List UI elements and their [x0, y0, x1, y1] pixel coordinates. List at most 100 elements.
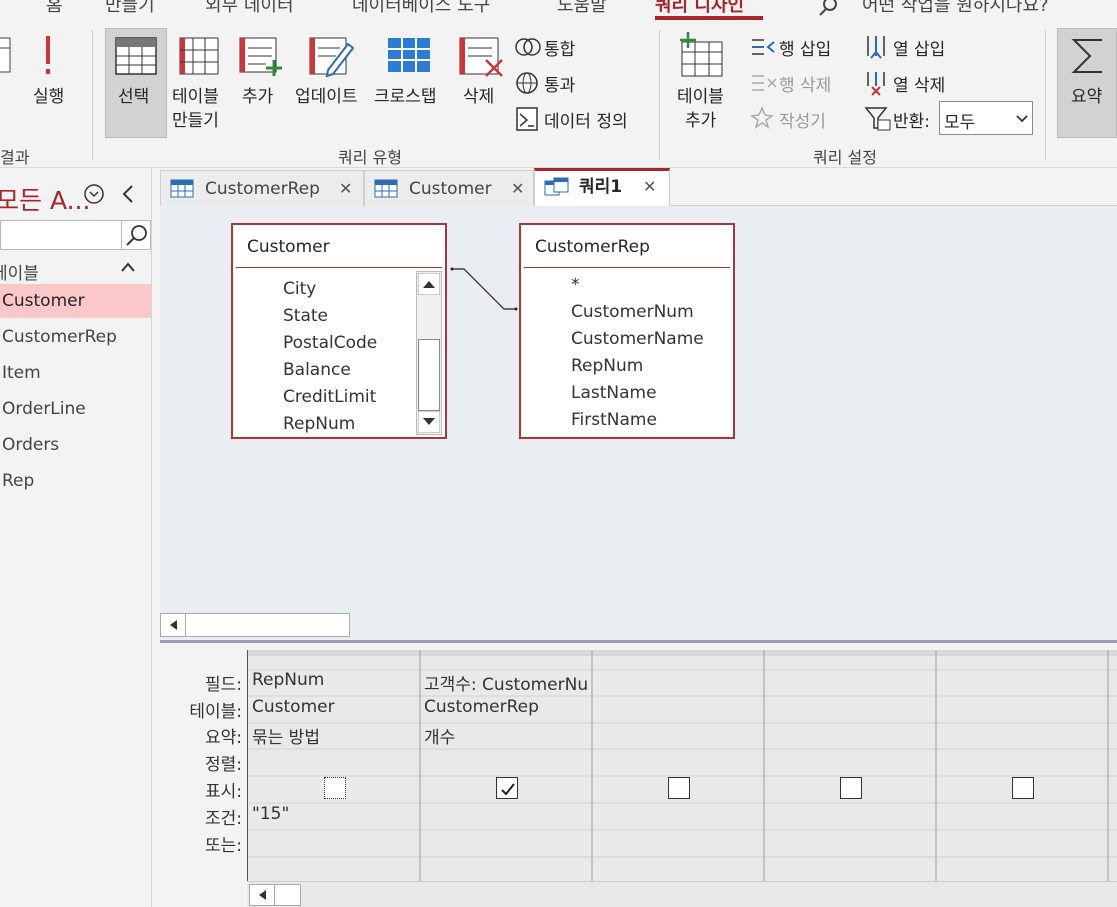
tell-me-search[interactable]: 어떤 작업을 원하시나요?: [862, 0, 1049, 17]
scroll-down-icon[interactable]: [418, 411, 440, 433]
delete-query-icon[interactable]: [456, 34, 506, 78]
tab-query1[interactable]: 쿼리1 ✕: [534, 168, 670, 206]
grid-cell-field[interactable]: 고객수: CustomerNu: [424, 670, 592, 695]
update-label[interactable]: 업데이트: [295, 82, 358, 107]
nav-pane-title[interactable]: 모든 A...: [0, 181, 90, 217]
show-checkbox[interactable]: [324, 777, 346, 799]
menu-help[interactable]: 도움말: [557, 0, 607, 17]
menu-bar: 홈 만들기 외부 데이터 데이터베이스 도구 도움말 쿼리 디자인 어떤 작업을…: [0, 0, 1117, 26]
scroll-left-icon[interactable]: [252, 887, 274, 903]
show-table-label-2[interactable]: 추가: [685, 106, 716, 131]
collapse-pane-icon[interactable]: [120, 183, 136, 205]
field-item[interactable]: RepNum: [283, 414, 355, 434]
nav-item-customerrep[interactable]: CustomerRep: [0, 320, 151, 354]
make-table-label-2[interactable]: 만들기: [172, 106, 219, 131]
field-item[interactable]: RepNum: [571, 356, 643, 376]
chevron-up-icon[interactable]: [120, 260, 136, 274]
search-icon[interactable]: [818, 0, 840, 18]
tab-customerrep[interactable]: CustomerRep ✕: [160, 170, 364, 206]
insert-columns-icon[interactable]: [864, 34, 890, 60]
make-table-icon[interactable]: [176, 34, 220, 78]
join-line[interactable]: [446, 258, 526, 318]
nav-item-item[interactable]: Item: [0, 356, 151, 390]
field-item[interactable]: CustomerName: [571, 329, 704, 349]
update-icon[interactable]: [306, 34, 354, 78]
menu-database-tools[interactable]: 데이터베이스 도구: [352, 0, 490, 17]
grid-cell-total[interactable]: 묶는 방법: [252, 723, 420, 748]
show-checkbox[interactable]: [496, 777, 518, 799]
field-item[interactable]: LastName: [571, 383, 657, 403]
union-label[interactable]: 통합: [544, 35, 575, 60]
delete-columns-label[interactable]: 열 삭제: [893, 71, 945, 96]
nav-item-orders[interactable]: Orders: [0, 428, 151, 462]
menu-external-data[interactable]: 외부 데이터: [205, 0, 294, 17]
insert-rows-label[interactable]: 행 삽입: [779, 35, 831, 60]
field-list-customer[interactable]: Customer City State PostalCode Balance C…: [231, 223, 447, 439]
append-label[interactable]: 추가: [242, 82, 273, 107]
nav-item-customer[interactable]: Customer: [0, 284, 151, 318]
grid-hscrollbar[interactable]: [247, 881, 1117, 907]
globe-icon[interactable]: [515, 71, 541, 95]
field-item[interactable]: CreditLimit: [283, 387, 376, 407]
field-item[interactable]: FirstName: [571, 410, 657, 430]
nav-search-button[interactable]: [122, 220, 151, 250]
field-list-title[interactable]: CustomerRep: [535, 237, 650, 257]
scroll-thumb[interactable]: [418, 339, 440, 411]
pass-through-label[interactable]: 통과: [544, 71, 575, 96]
crosstab-label[interactable]: 크로스탭: [374, 82, 437, 107]
scroll-divider: [185, 614, 186, 636]
crosstab-icon[interactable]: [386, 36, 432, 76]
nav-menu-dropdown-icon[interactable]: [83, 183, 105, 205]
union-icon[interactable]: [515, 35, 541, 59]
grid-cell-field[interactable]: RepNum: [252, 670, 420, 690]
field-item[interactable]: PostalCode: [283, 333, 377, 353]
delete-columns-icon[interactable]: [864, 70, 890, 96]
show-checkbox[interactable]: [840, 777, 862, 799]
menu-create[interactable]: 만들기: [105, 0, 155, 17]
close-icon[interactable]: ✕: [339, 171, 352, 207]
ribbon-separator: [92, 30, 93, 160]
field-item[interactable]: State: [283, 306, 328, 326]
grid-scroll-thumb[interactable]: [249, 884, 301, 906]
grid-cell-table[interactable]: Customer: [252, 697, 420, 717]
grid-cell-total[interactable]: 개수: [424, 723, 592, 748]
nav-search-input[interactable]: [0, 220, 122, 250]
return-select[interactable]: 모두: [939, 101, 1033, 135]
data-definition-label[interactable]: 데이터 정의: [544, 107, 628, 132]
run-label[interactable]: 실행: [33, 82, 64, 107]
field-list-title[interactable]: Customer: [247, 237, 330, 257]
menu-query-design[interactable]: 쿼리 디자인: [655, 0, 744, 17]
show-table-icon[interactable]: [678, 32, 726, 78]
make-table-label-1[interactable]: 테이블: [172, 82, 219, 107]
append-icon[interactable]: [236, 34, 284, 78]
nav-item-orderline[interactable]: OrderLine: [0, 392, 151, 426]
table-pane-hscrollbar[interactable]: [160, 613, 350, 637]
delete-label[interactable]: 삭제: [463, 82, 494, 107]
row-label-criteria: 조건:: [204, 809, 242, 829]
grid-cell-table[interactable]: CustomerRep: [424, 697, 592, 717]
insert-rows-icon[interactable]: [750, 36, 778, 58]
ribbon-separator: [659, 30, 660, 160]
grid-cell-criteria[interactable]: "15": [252, 804, 420, 824]
nav-section-header[interactable]: 테이블: [0, 259, 39, 284]
close-icon[interactable]: ✕: [643, 169, 656, 205]
data-definition-icon[interactable]: [515, 106, 541, 132]
menu-home[interactable]: 홈: [46, 0, 63, 17]
nav-item-rep[interactable]: Rep: [0, 464, 151, 498]
field-item[interactable]: *: [571, 275, 580, 295]
run-icon[interactable]: [40, 34, 56, 78]
show-checkbox[interactable]: [1012, 777, 1034, 799]
insert-columns-label[interactable]: 열 삽입: [893, 35, 945, 60]
close-icon[interactable]: ✕: [511, 171, 524, 207]
field-list-customerrep[interactable]: CustomerRep * CustomerNum CustomerName R…: [519, 223, 735, 439]
show-checkbox[interactable]: [668, 777, 690, 799]
tab-customer[interactable]: Customer ✕: [364, 170, 534, 206]
field-item[interactable]: City: [283, 279, 316, 299]
field-list-scrollbar[interactable]: [416, 271, 442, 435]
scroll-left-icon[interactable]: [163, 616, 185, 634]
show-table-label-1[interactable]: 테이블: [677, 82, 724, 107]
view-icon[interactable]: [0, 36, 14, 76]
field-item[interactable]: Balance: [283, 360, 351, 380]
field-item[interactable]: CustomerNum: [571, 302, 694, 322]
scroll-up-icon[interactable]: [418, 273, 440, 295]
